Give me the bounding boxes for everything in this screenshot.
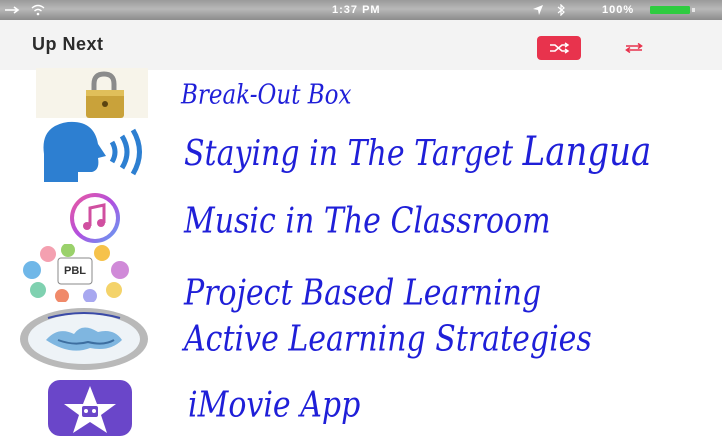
queue-item-active-learning-strategies[interactable]: Active Learning Strategies	[0, 306, 722, 372]
shuffle-icon	[550, 42, 570, 54]
speaking-head-icon	[38, 118, 156, 184]
battery-level-fill	[650, 6, 690, 14]
bluetooth-icon	[557, 3, 565, 17]
pbl-diagram-icon: PBL	[10, 244, 140, 302]
queue-item-title: Break-Out Box	[181, 79, 352, 111]
queue-item-title-emphasis: Langua	[522, 128, 652, 176]
status-left-icons	[4, 0, 46, 20]
page-title: Up Next	[32, 34, 104, 54]
queue-item-staying-in-target-language[interactable]: Staying in The Target Langua	[0, 118, 722, 184]
music-player-screen: 1:37 PM 100% Up Next Break-Out Box Stayi…	[0, 0, 722, 438]
battery-tip	[692, 8, 695, 12]
queue-item-title: Active Learning Strategies	[184, 318, 592, 361]
queue-item-title: iMovie App	[188, 384, 361, 427]
queue-item-title: Staying in The Target Langua	[184, 128, 651, 175]
queue-item-title: Music in The Classroom	[184, 200, 551, 243]
shuffle-button[interactable]	[537, 36, 581, 60]
repeat-icon	[625, 42, 643, 54]
itunes-music-icon	[64, 192, 126, 244]
status-right-icons	[532, 0, 566, 20]
wifi-icon	[31, 4, 45, 16]
queue-item-project-based-learning[interactable]: PBL Project Based Learning	[0, 244, 722, 314]
status-time: 1:37 PM	[332, 4, 381, 16]
padlock-icon	[36, 68, 148, 118]
svg-text:PBL: PBL	[64, 265, 86, 277]
battery-percent: 100%	[602, 4, 635, 16]
location-icon	[533, 5, 543, 16]
queue-item-title-main: Staying in The Target	[184, 133, 523, 175]
battery-icon	[650, 6, 690, 14]
active-learning-logo-icon	[18, 306, 150, 372]
up-next-header: Up Next	[0, 20, 722, 70]
queue-item-break-out-box[interactable]: Break-Out Box	[0, 68, 722, 118]
queue-item-music-in-classroom[interactable]: Music in The Classroom	[0, 192, 722, 244]
usb-icon	[5, 6, 20, 14]
status-bar: 1:37 PM 100%	[0, 0, 722, 20]
imovie-star-icon	[30, 376, 150, 438]
queue-item-imovie-app[interactable]: iMovie App	[0, 376, 722, 438]
repeat-button[interactable]	[612, 36, 656, 60]
